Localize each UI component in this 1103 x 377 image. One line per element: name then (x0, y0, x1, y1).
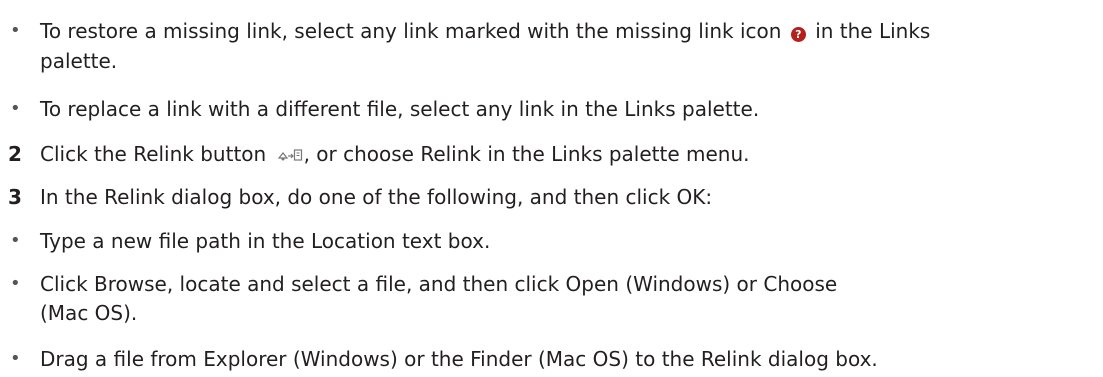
step-number: 2 (8, 142, 22, 166)
bullet-text-line2: palette. (40, 49, 118, 73)
document-page: • To restore a missing link, select any … (0, 0, 1103, 377)
step-text: In the Relink dialog box, do one of the … (40, 185, 713, 209)
step-text: Click the Relink button , or choose Reli… (40, 137, 750, 172)
bullet-marker: • (10, 230, 21, 251)
bullet-text-line2: (Mac OS). (40, 301, 138, 325)
step-number: 3 (8, 185, 22, 209)
bullet-marker: • (10, 273, 21, 294)
text-after-icon: , or choose Relink in the Links palette … (303, 142, 750, 166)
bullet-text: To restore a missing link, select any li… (40, 14, 930, 48)
bullet-text: Type a new file path in the Location tex… (40, 229, 491, 253)
text-before-icon: To restore a missing link, select any li… (40, 19, 782, 43)
text-before-icon: Click the Relink button (40, 142, 267, 166)
relink-icon (277, 138, 303, 172)
bullet-marker: • (10, 98, 21, 119)
bullet-marker: • (10, 348, 21, 369)
bullet-text: Drag a file from Explorer (Windows) or t… (40, 347, 878, 371)
bullet-text: To replace a link with a different file,… (40, 97, 760, 121)
text-after-icon: in the Links (815, 19, 931, 43)
bullet-marker: • (10, 20, 21, 41)
missing-link-icon: ? (790, 27, 806, 42)
bullet-text: Click Browse, locate and select a file, … (40, 272, 838, 296)
